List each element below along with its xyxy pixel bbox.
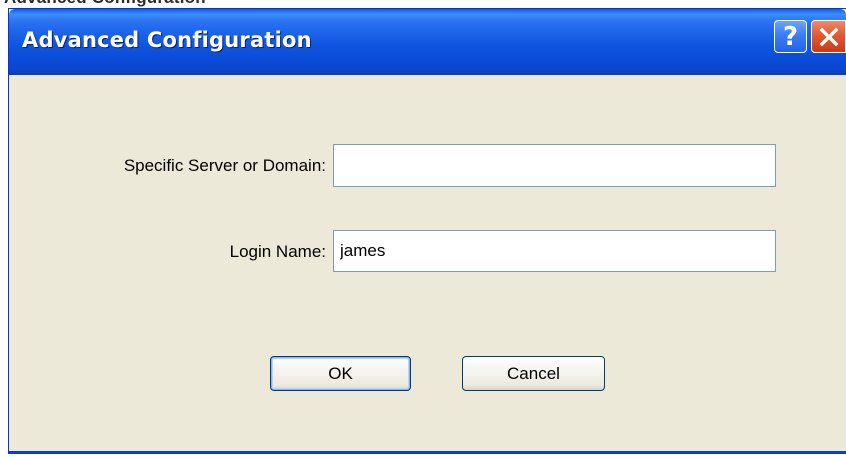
- dialog-title: Advanced Configuration: [22, 28, 312, 52]
- background-window-title-strip: Advanced Configuration: [0, 0, 846, 8]
- server-domain-input[interactable]: [333, 144, 776, 187]
- ok-button[interactable]: OK: [270, 356, 411, 391]
- advanced-configuration-dialog: Advanced Configuration ? Specific Server…: [8, 8, 846, 454]
- cancel-button[interactable]: Cancel: [462, 356, 605, 391]
- login-name-input[interactable]: [333, 230, 776, 272]
- close-icon: [819, 27, 838, 46]
- dialog-body: Specific Server or Domain: Login Name: O…: [9, 75, 846, 452]
- server-domain-label: Specific Server or Domain:: [123, 156, 326, 175]
- help-button[interactable]: ?: [774, 20, 807, 53]
- dialog-titlebar[interactable]: Advanced Configuration ?: [9, 9, 846, 75]
- login-name-label: Login Name:: [229, 242, 326, 261]
- background-window-title: Advanced Configuration: [4, 0, 206, 8]
- help-icon: ?: [782, 21, 799, 52]
- close-button[interactable]: [811, 20, 846, 53]
- screen: Advanced Configuration Advanced Configur…: [0, 0, 846, 457]
